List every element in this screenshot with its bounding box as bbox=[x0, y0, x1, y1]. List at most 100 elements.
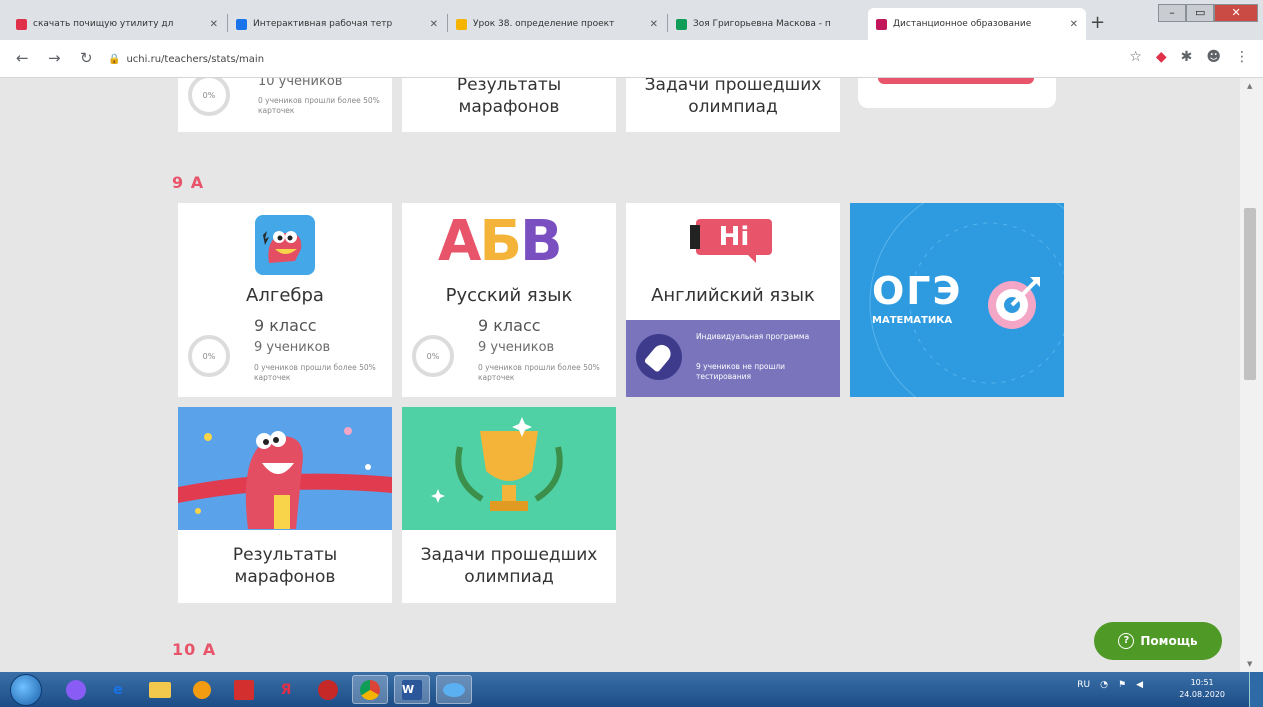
tab-title: Зоя Григорьевна Маскова - п bbox=[693, 19, 831, 29]
menu-icon[interactable]: ⋮ bbox=[1235, 49, 1249, 65]
chrome-icon[interactable] bbox=[352, 675, 388, 704]
acrobat-icon[interactable] bbox=[226, 675, 262, 704]
student-count: 9 учеников bbox=[478, 340, 555, 355]
subject-title: Русский язык bbox=[445, 285, 573, 306]
system-tray: RU ◔ ⚑ ◀ bbox=[1077, 680, 1143, 690]
browser-tab-2[interactable]: Интерактивная рабочая тетр ✕ bbox=[228, 8, 446, 40]
subject-card-russian[interactable]: АБВ Русский язык 9 класс 0% 9 учеников 0… bbox=[402, 203, 616, 397]
subject-card-algebra[interactable]: Алгебра 9 класс 0% 9 учеников 0 учеников… bbox=[178, 203, 392, 397]
olympiad-card[interactable]: Задачи прошедших олимпиад bbox=[402, 407, 616, 603]
hi-logo-icon: Hi bbox=[690, 219, 776, 263]
dino-finish-icon bbox=[178, 407, 392, 530]
browser-tab-1[interactable]: скачать почищую утилиту дл ✕ bbox=[8, 8, 226, 40]
clock-date: 24.08.2020 bbox=[1179, 690, 1225, 699]
page-scrollbar[interactable]: ▲ ▼ bbox=[1240, 78, 1263, 672]
scroll-down-icon[interactable]: ▼ bbox=[1247, 660, 1252, 668]
window-close-button[interactable]: ✕ bbox=[1214, 4, 1258, 22]
media-icon[interactable] bbox=[184, 675, 220, 704]
dino-icon bbox=[255, 215, 315, 275]
doc-icon bbox=[236, 18, 247, 30]
close-icon[interactable]: ✕ bbox=[430, 19, 438, 30]
browser-tab-3[interactable]: Урок 38. определение проект ✕ bbox=[448, 8, 666, 40]
tab-title: скачать почищую утилиту дл bbox=[33, 19, 174, 29]
reload-icon[interactable]: ↻ bbox=[80, 49, 93, 67]
tab-title: Дистанционное образование bbox=[893, 19, 1032, 29]
profile-icon[interactable]: ☻ bbox=[1206, 49, 1221, 65]
progress-note: 0 учеников прошли более 50% карточек bbox=[258, 96, 380, 115]
language-indicator[interactable]: RU bbox=[1077, 680, 1090, 690]
tab-title: Интерактивная рабочая тетр bbox=[253, 19, 393, 29]
alice-icon[interactable] bbox=[58, 675, 94, 704]
toolbar-icons: ☆ ◆ ✱ ☻ ⋮ bbox=[1129, 49, 1249, 65]
maximize-button[interactable]: ▭ bbox=[1186, 4, 1215, 22]
close-icon[interactable]: ✕ bbox=[1070, 19, 1078, 30]
new-tab-button[interactable]: + bbox=[1090, 12, 1105, 33]
student-count: 10 учеников bbox=[258, 78, 343, 89]
marathons-label: Результаты марафонов bbox=[456, 78, 562, 117]
yandex-browser-icon[interactable]: Я bbox=[268, 675, 304, 704]
help-button[interactable]: ? Помощь bbox=[1094, 622, 1222, 660]
flag-icon[interactable]: ⚑ bbox=[1118, 680, 1126, 690]
uchi-icon bbox=[876, 18, 887, 30]
oge-title: ОГЭ bbox=[872, 269, 963, 313]
close-icon[interactable]: ✕ bbox=[650, 19, 658, 30]
taskbar-clock[interactable]: 10:51 24.08.2020 bbox=[1179, 677, 1225, 701]
browser-tab-bar: скачать почищую утилиту дл ✕ Интерактивн… bbox=[0, 0, 1263, 40]
window-controls: – ▭ ✕ bbox=[1158, 4, 1258, 24]
windows-taskbar: e Я W RU ◔ ⚑ ◀ 10:51 24.08.2020 bbox=[0, 672, 1263, 707]
question-icon: ? bbox=[1118, 633, 1135, 649]
oge-math-card[interactable]: ОГЭ МАТЕМАТИКА bbox=[850, 203, 1064, 397]
target-icon bbox=[988, 277, 1040, 329]
explorer-icon[interactable] bbox=[142, 675, 178, 704]
url-field[interactable]: 🔒 uchi.ru/teachers/stats/main bbox=[108, 48, 1088, 70]
star-icon[interactable]: ☆ bbox=[1129, 49, 1142, 65]
class-stat-card-prev[interactable]: 0% 10 учеников 0 учеников прошли более 5… bbox=[178, 78, 392, 132]
section-title-10a: 10 А bbox=[172, 640, 217, 659]
student-count: 9 учеников bbox=[254, 340, 331, 355]
network-icon[interactable]: ◔ bbox=[1100, 680, 1108, 690]
browser-tab-4[interactable]: Зоя Григорьевна Маскова - п ✕ bbox=[668, 8, 886, 40]
subject-card-english[interactable]: Hi Английский язык Индивидуальная програ… bbox=[626, 203, 840, 397]
browser-tab-5-active[interactable]: Дистанционное образование ✕ bbox=[868, 8, 1086, 40]
clock-time: 10:51 bbox=[1190, 678, 1214, 687]
olympiad-card-prev[interactable]: Задачи прошедших олимпиад bbox=[626, 78, 840, 132]
section-title-9a: 9 А bbox=[172, 173, 205, 192]
trophy-icon bbox=[402, 407, 616, 530]
yandex-icon bbox=[16, 18, 27, 30]
marathons-card[interactable]: Результаты марафонов bbox=[178, 407, 392, 603]
subject-title: Алгебра bbox=[246, 285, 324, 306]
puzzle-icon[interactable]: ✱ bbox=[1181, 49, 1193, 65]
individual-program-banner[interactable]: Индивидуальная программа 9 учеников не п… bbox=[626, 320, 840, 397]
extension-icon[interactable]: ◆ bbox=[1156, 49, 1167, 65]
class-label: 9 класс bbox=[254, 316, 317, 335]
marathons-label: Результаты марафонов bbox=[232, 545, 338, 587]
subject-title: Английский язык bbox=[651, 285, 815, 306]
opera-icon[interactable] bbox=[310, 675, 346, 704]
back-icon[interactable]: ← bbox=[16, 49, 29, 67]
url-text: uchi.ru/teachers/stats/main bbox=[126, 53, 265, 65]
progress-note: 0 учеников прошли более 50% карточек bbox=[478, 363, 600, 382]
volume-icon[interactable]: ◀ bbox=[1136, 680, 1143, 690]
forward-icon[interactable]: → bbox=[48, 49, 61, 67]
app-icon[interactable] bbox=[436, 675, 472, 704]
close-icon[interactable]: ✕ bbox=[210, 19, 218, 30]
promo-card-prev[interactable] bbox=[858, 78, 1056, 108]
progress-note: 0 учеников прошли более 50% карточек bbox=[254, 363, 376, 382]
minimize-button[interactable]: – bbox=[1158, 4, 1187, 22]
start-button[interactable] bbox=[10, 674, 42, 706]
word-icon[interactable]: W bbox=[394, 675, 430, 704]
rocket-icon bbox=[636, 334, 682, 380]
promo-button-fragment bbox=[878, 78, 1034, 84]
scroll-up-icon[interactable]: ▲ bbox=[1247, 82, 1252, 90]
marathons-card-prev[interactable]: Результаты марафонов bbox=[402, 78, 616, 132]
scrollbar-thumb[interactable] bbox=[1244, 208, 1256, 380]
ie-icon[interactable]: e bbox=[100, 675, 136, 704]
show-desktop-button[interactable] bbox=[1249, 672, 1263, 707]
olympiad-label: Задачи прошедших олимпиад bbox=[644, 78, 822, 117]
abv-logo-icon: АБВ bbox=[438, 209, 563, 274]
progress-ring: 0% bbox=[188, 78, 230, 116]
page-viewport: 0% 10 учеников 0 учеников прошли более 5… bbox=[0, 78, 1240, 672]
program-note: 9 учеников не прошли тестирования bbox=[696, 362, 786, 381]
help-label: Помощь bbox=[1140, 634, 1198, 648]
progress-ring: 0% bbox=[412, 335, 454, 377]
